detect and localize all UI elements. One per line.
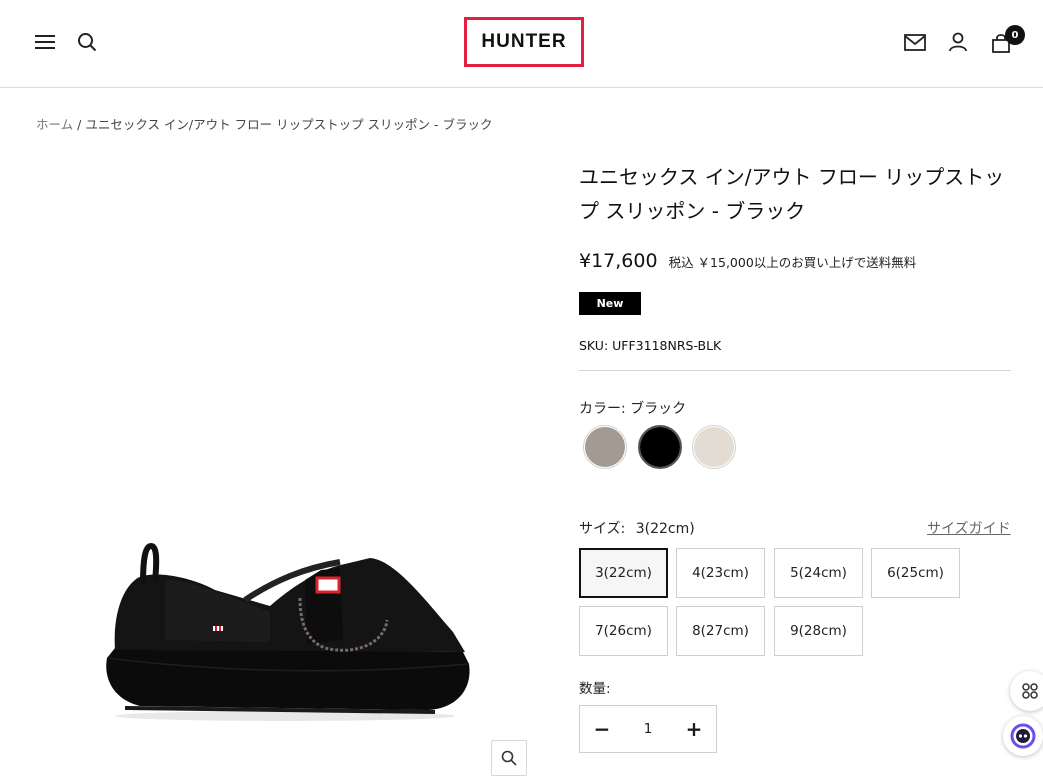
size-option[interactable]: 7(26cm) — [579, 606, 668, 656]
color-swatch-cream[interactable] — [694, 427, 734, 467]
color-swatch-black[interactable] — [640, 427, 680, 467]
size-option[interactable]: 3(22cm) — [579, 548, 668, 598]
quantity-value[interactable]: 1 — [624, 706, 672, 752]
color-label-text: カラー: — [579, 401, 626, 417]
breadcrumb: ホーム / ユニセックス イン/アウト フロー リップストップ スリッポン - … — [36, 114, 493, 133]
chat-bot-icon[interactable] — [1003, 716, 1043, 756]
price-row: ¥17,600 税込 ￥15,000以上のお買い上げで送料無料 — [579, 250, 916, 272]
size-option[interactable]: 5(24cm) — [774, 548, 863, 598]
product-sku: SKU: UFF3118NRS-BLK — [579, 338, 722, 353]
search-icon[interactable] — [76, 31, 98, 53]
logo-text: HUNTER — [481, 31, 567, 52]
size-option[interactable]: 8(27cm) — [676, 606, 765, 656]
apps-icon[interactable] — [1010, 671, 1043, 711]
breadcrumb-current: ユニセックス イン/アウト フロー リップストップ スリッポン - ブラック — [85, 117, 493, 132]
divider — [579, 370, 1011, 371]
site-header: HUNTER 0 — [0, 0, 1043, 88]
size-value: 3(22cm) — [635, 521, 695, 537]
breadcrumb-separator: / — [77, 117, 82, 132]
size-option[interactable]: 9(28cm) — [774, 606, 863, 656]
breadcrumb-home-link[interactable]: ホーム — [36, 117, 73, 132]
user-icon[interactable] — [946, 30, 970, 54]
color-label: カラー: ブラック — [579, 398, 686, 418]
cart-count-badge: 0 — [1005, 25, 1025, 45]
quantity-stepper: − 1 + — [579, 705, 717, 753]
hamburger-menu-icon[interactable] — [33, 31, 57, 53]
quantity-label: 数量: — [579, 681, 611, 697]
price-note: 税込 ￥15,000以上のお買い上げで送料無料 — [668, 255, 917, 270]
quantity-increase-button[interactable]: + — [672, 706, 716, 752]
quantity-decrease-button[interactable]: − — [580, 706, 624, 752]
new-badge: New — [579, 292, 641, 315]
size-label: サイズ: 3(22cm) — [579, 518, 695, 538]
color-swatch-taupe[interactable] — [585, 427, 625, 467]
product-title: ユニセックス イン/アウト フロー リップストップ スリッポン - ブラック — [579, 165, 1005, 223]
size-guide-link[interactable]: サイズガイド — [927, 518, 1011, 538]
color-value: ブラック — [630, 401, 687, 417]
size-option[interactable]: 4(23cm) — [676, 548, 765, 598]
hunter-logo[interactable]: HUNTER — [464, 17, 584, 67]
size-label-text: サイズ: — [579, 521, 626, 537]
mail-icon[interactable] — [903, 31, 927, 53]
product-price: ¥17,600 — [579, 250, 658, 272]
size-option[interactable]: 6(25cm) — [871, 548, 960, 598]
product-image[interactable] — [95, 540, 480, 725]
